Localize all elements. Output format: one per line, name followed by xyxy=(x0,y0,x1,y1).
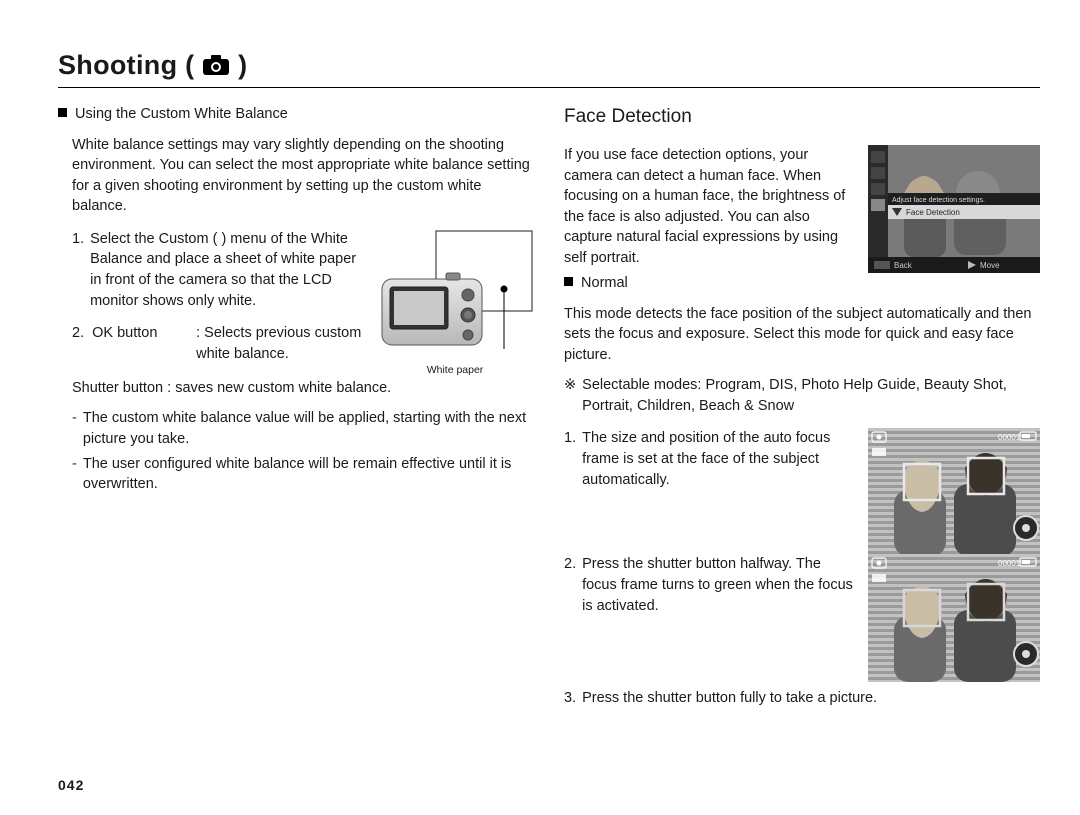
title-rule xyxy=(58,87,1040,88)
shutter-button-def: Shutter button : saves new custom white … xyxy=(58,378,534,399)
step-1: 1. Select the Custom ( ) menu of the Whi… xyxy=(58,229,364,311)
ok-button-desc: : Selects previous custom white balance. xyxy=(196,323,364,364)
normal-label: Normal xyxy=(581,275,628,291)
face-detection-intro: If you use face detection options, your … xyxy=(564,145,854,268)
normal-body: This mode detects the face position of t… xyxy=(564,304,1040,366)
step2-row: 2. Press the shutter button halfway. The… xyxy=(564,554,1040,682)
menu-back-label: Back xyxy=(894,261,913,270)
right-step-1: 1. The size and position of the auto foc… xyxy=(564,428,854,490)
right-step-3: 3. Press the shutter button fully to tak… xyxy=(564,688,1040,709)
camera-white-paper-figure: White paper xyxy=(376,229,534,378)
right-step-3-body: Press the shutter button fully to take a… xyxy=(582,688,877,709)
lcd-autofocus-screenshot: 00001 xyxy=(868,428,1040,556)
svg-text:00001: 00001 xyxy=(998,433,1021,442)
note-2: - The user configured white balance will… xyxy=(58,454,534,495)
step1-row: 1. The size and position of the auto foc… xyxy=(564,428,1040,556)
bullet-square-icon xyxy=(58,108,67,117)
right-column: Face Detection If you use face detection… xyxy=(564,104,1040,719)
lcd-menu-screenshot: Adjust face detection settings. Face Det… xyxy=(868,145,1040,273)
dash-icon: - xyxy=(72,454,77,495)
face-detection-intro-row: If you use face detection options, your … xyxy=(564,145,1040,273)
page-number: 042 xyxy=(58,777,84,793)
shutter-button-term: Shutter button : xyxy=(72,380,171,396)
bullet-square-icon xyxy=(564,277,573,286)
right-step-1-num: 1. xyxy=(564,428,576,490)
ok-button-def: 2. OK button : Selects previous custom w… xyxy=(58,323,364,364)
step-1-body: Select the Custom ( ) menu of the White … xyxy=(90,229,364,311)
selectable-modes-label: Selectable modes: xyxy=(582,377,701,393)
page-title-text-a: Shooting ( xyxy=(58,50,194,80)
note-1: - The custom white balance value will be… xyxy=(58,408,534,449)
right-step-2: 2. Press the shutter button halfway. The… xyxy=(564,554,854,616)
custom-wb-step1-text: 1. Select the Custom ( ) menu of the Whi… xyxy=(58,229,364,368)
note-2-text: The user configured white balance will b… xyxy=(83,454,534,495)
star-icon: ※ xyxy=(564,375,576,416)
right-step-2-body: Press the shutter button halfway. The fo… xyxy=(582,554,854,616)
dash-icon: - xyxy=(72,408,77,449)
selectable-modes: ※ Selectable modes: Program, DIS, Photo … xyxy=(564,375,1040,416)
custom-wb-heading-text: Using the Custom White Balance xyxy=(75,106,288,122)
right-step-1-body: The size and position of the auto focus … xyxy=(582,428,854,490)
face-detection-heading: Face Detection xyxy=(564,104,1040,131)
page-title: Shooting ( ) xyxy=(58,50,1040,81)
page-title-text-b: ) xyxy=(238,50,247,80)
selectable-modes-body: Selectable modes: Program, DIS, Photo He… xyxy=(582,375,1040,416)
right-step-3-num: 3. xyxy=(564,688,576,709)
custom-wb-heading: Using the Custom White Balance xyxy=(58,104,534,125)
lcd-menu-illustration: Adjust face detection settings. Face Det… xyxy=(868,145,1040,273)
camera-white-paper-illustration xyxy=(376,229,534,359)
left-column: Using the Custom White Balance White bal… xyxy=(58,104,534,719)
step-1-num: 1. xyxy=(72,229,84,311)
two-column-layout: Using the Custom White Balance White bal… xyxy=(58,104,1040,719)
normal-heading: Normal xyxy=(564,273,1040,294)
lcd-focus-active-screenshot: 00001 xyxy=(868,554,1040,682)
shutter-button-desc: saves new custom white balance. xyxy=(175,380,391,396)
manual-page: Shooting ( ) Using the Custom White Bala… xyxy=(0,0,1080,815)
custom-wb-intro: White balance settings may vary slightly… xyxy=(58,135,534,217)
camera-icon xyxy=(202,54,230,76)
step-2-num: 2. xyxy=(72,323,84,364)
svg-text:00001: 00001 xyxy=(998,559,1021,568)
right-step-2-num: 2. xyxy=(564,554,576,616)
white-paper-caption: White paper xyxy=(376,363,534,378)
ok-button-term: OK button xyxy=(92,323,188,364)
menu-hint-item: Face Detection xyxy=(906,208,960,217)
note-1-text: The custom white balance value will be a… xyxy=(83,408,534,449)
menu-move-label: Move xyxy=(980,261,1000,270)
menu-hint-top: Adjust face detection settings. xyxy=(892,197,985,204)
custom-wb-step1-row: 1. Select the Custom ( ) menu of the Whi… xyxy=(58,229,534,378)
